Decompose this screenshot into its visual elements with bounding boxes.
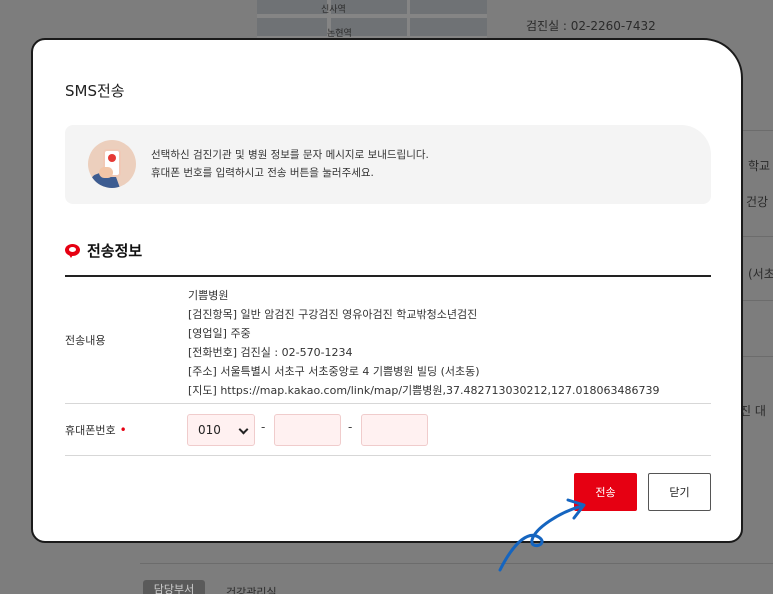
- phone-prefix-value: 010: [198, 423, 221, 437]
- phone-last-input[interactable]: [361, 414, 428, 446]
- phone-label: 휴대폰번호 •: [65, 422, 127, 438]
- background-fragment: (서초: [748, 267, 773, 281]
- background-fragment: 학교: [748, 159, 771, 173]
- background-fragment: 진 대: [740, 404, 766, 418]
- phone-label-text: 휴대폰번호: [65, 424, 116, 437]
- background-tab-department: 담당부서: [143, 580, 205, 594]
- content-line: [전화번호] 검진실 : 02-570-1234: [188, 346, 353, 359]
- section-divider: [65, 275, 711, 277]
- notice-text: 선택하신 검진기관 및 병원 정보를 문자 메시지로 보내드립니다. 휴대폰 번…: [151, 146, 429, 182]
- phone-middle-input[interactable]: [274, 414, 341, 446]
- notice-line: 휴대폰 번호를 입력하시고 전송 버튼을 눌러주세요.: [151, 167, 374, 179]
- phone-hand-icon: [88, 140, 136, 188]
- phone-prefix-select[interactable]: 010: [187, 414, 255, 446]
- content-line: [영업일] 주중: [188, 327, 251, 340]
- content-line: [지도] https://map.kakao.com/link/map/기쁨병원…: [188, 384, 660, 397]
- section-title: 전송정보: [87, 242, 143, 260]
- modal-title: SMS전송: [65, 82, 125, 100]
- background-fragment: 건강: [746, 195, 769, 209]
- phone-dash: -: [348, 420, 353, 434]
- background-contact: 검진실 : 02-2260-7432: [526, 19, 656, 33]
- sms-content: 기쁨병원 [검진항목] 일반 암검진 구강검진 영유아검진 학교밖청소년검진 […: [188, 286, 659, 400]
- sms-modal: SMS전송 선택하신 검진기관 및 병원 정보를 문자 메시지로 보내드립니다.…: [31, 38, 743, 543]
- background-tab-health: 건강관리실: [226, 586, 277, 594]
- close-button[interactable]: 닫기: [648, 473, 711, 511]
- pointer-arrow-icon: [498, 498, 586, 572]
- notice-box: 선택하신 검진기관 및 병원 정보를 문자 메시지로 보내드립니다. 휴대폰 번…: [65, 125, 711, 204]
- map-label: 신사역: [321, 5, 346, 15]
- chat-bubble-icon: [65, 243, 80, 258]
- chevron-down-icon: [238, 424, 249, 435]
- section-header: 전송정보: [65, 240, 142, 261]
- content-line: 기쁨병원: [188, 289, 229, 302]
- notice-line: 선택하신 검진기관 및 병원 정보를 문자 메시지로 보내드립니다.: [151, 149, 429, 161]
- row-divider: [65, 455, 711, 456]
- row-divider: [65, 403, 711, 404]
- required-mark: •: [119, 423, 127, 437]
- content-line: [검진항목] 일반 암검진 구강검진 영유아검진 학교밖청소년검진: [188, 308, 478, 321]
- phone-dash: -: [261, 420, 266, 434]
- content-line: [주소] 서울특별시 서초구 서초중앙로 4 기쁨병원 빌딩 (서초동): [188, 365, 480, 378]
- content-label: 전송내용: [65, 334, 106, 347]
